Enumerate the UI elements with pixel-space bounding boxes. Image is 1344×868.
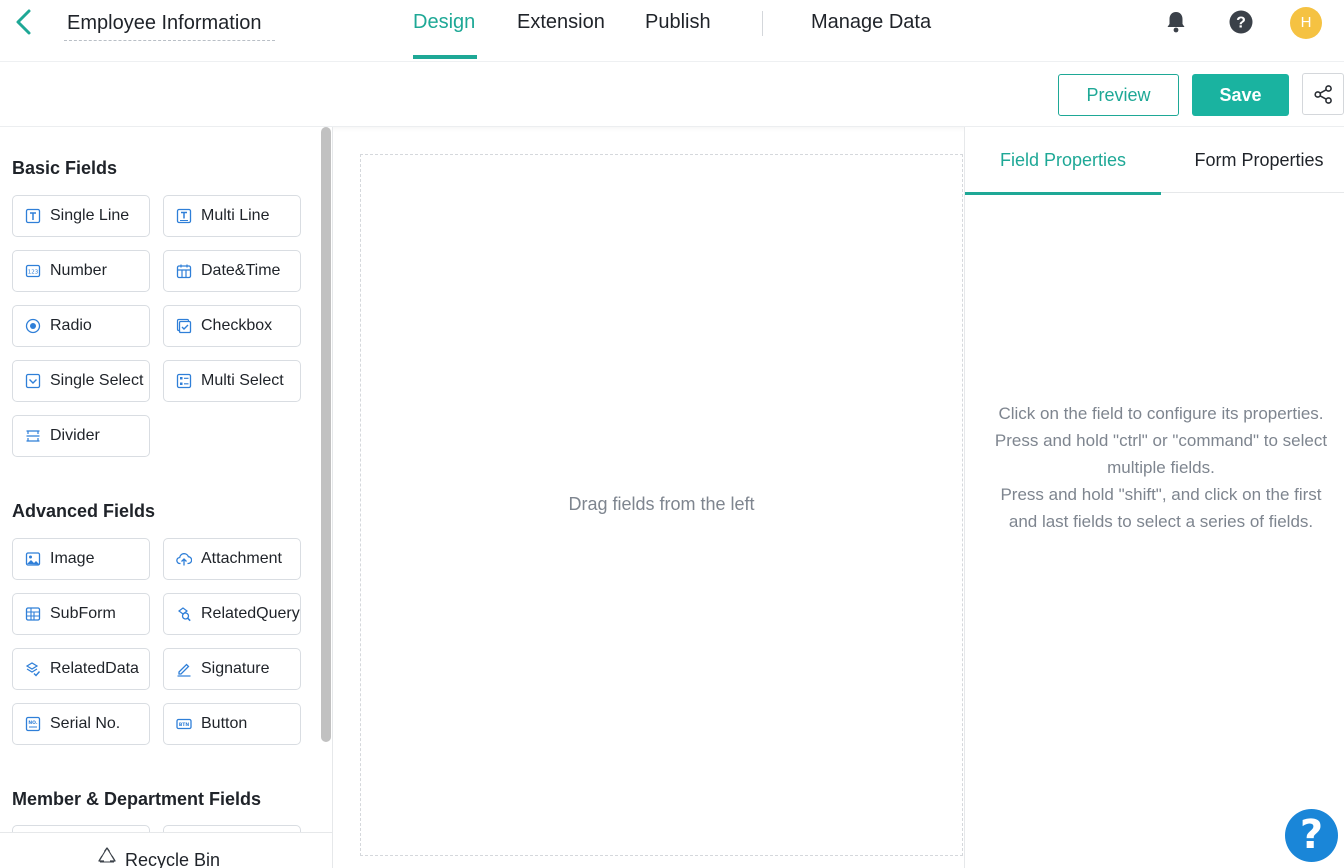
calendar-icon bbox=[176, 264, 192, 279]
preview-button[interactable]: Preview bbox=[1058, 74, 1179, 116]
upload-icon bbox=[176, 553, 192, 566]
divider-icon bbox=[26, 430, 40, 442]
section-title-advanced-fields: Advanced Fields bbox=[12, 501, 156, 521]
field-palette: Basic Fields Single Line Multi Line 123 … bbox=[0, 127, 333, 868]
tab-manage-data[interactable]: Manage Data bbox=[811, 0, 931, 62]
field-single-select[interactable]: Single Select bbox=[12, 360, 150, 402]
toolbar: Preview Save bbox=[0, 62, 1344, 127]
canvas-hint: Drag fields from the left bbox=[568, 494, 755, 514]
button-icon: BTN bbox=[176, 718, 192, 730]
field-single-line[interactable]: Single Line bbox=[12, 195, 150, 237]
field-divider[interactable]: Divider bbox=[12, 415, 150, 457]
tab-form-properties[interactable]: Form Properties bbox=[1161, 127, 1344, 193]
share-icon bbox=[1314, 85, 1332, 104]
hint-line: Press and hold "ctrl" or "command" to se… bbox=[994, 431, 1328, 450]
field-label: Attachment bbox=[201, 550, 282, 567]
tab-design[interactable]: Design bbox=[413, 0, 477, 62]
hint-line: Click on the field to configure its prop… bbox=[998, 404, 1324, 423]
field-related-data[interactable]: RelatedData bbox=[12, 648, 150, 690]
field-label: Image bbox=[50, 550, 95, 567]
multi-select-icon bbox=[176, 373, 192, 389]
avatar[interactable]: H bbox=[1290, 7, 1322, 39]
tab-extension[interactable]: Extension bbox=[517, 0, 605, 62]
field-multi-select[interactable]: Multi Select bbox=[163, 360, 301, 402]
recycle-icon bbox=[98, 847, 116, 863]
field-number[interactable]: 123 Number bbox=[12, 250, 150, 292]
properties-panel: Field Properties Form Properties Click o… bbox=[964, 127, 1344, 868]
pen-icon bbox=[177, 663, 191, 677]
checkbox-icon bbox=[176, 318, 192, 334]
field-member-partial[interactable] bbox=[12, 825, 150, 832]
recycle-bin-button[interactable]: Recycle Bin bbox=[0, 832, 332, 868]
tab-publish[interactable]: Publish bbox=[645, 0, 711, 62]
field-label: Multi Select bbox=[201, 372, 284, 389]
field-serial-no[interactable]: NO. Serial No. bbox=[12, 703, 150, 745]
top-header: Employee Information Design Extension Pu… bbox=[0, 0, 1344, 62]
field-attachment[interactable]: Attachment bbox=[163, 538, 301, 580]
section-title-basic-fields: Basic Fields bbox=[12, 158, 118, 178]
recycle-bin-label: Recycle Bin bbox=[125, 850, 221, 868]
svg-text:?: ? bbox=[1236, 15, 1246, 32]
single-line-icon bbox=[25, 208, 41, 224]
field-label: RelatedData bbox=[50, 660, 139, 677]
svg-text:BTN: BTN bbox=[179, 722, 189, 728]
field-signature[interactable]: Signature bbox=[163, 648, 301, 690]
field-label: Divider bbox=[50, 427, 100, 444]
properties-hint: Click on the field to configure its prop… bbox=[965, 400, 1344, 535]
single-select-icon bbox=[25, 373, 41, 389]
field-palette-scroll: Basic Fields Single Line Multi Line 123 … bbox=[0, 127, 320, 832]
field-label: RelatedQuery bbox=[201, 605, 300, 622]
field-related-query[interactable]: RelatedQuery bbox=[163, 593, 301, 635]
related-data-icon bbox=[25, 662, 41, 677]
subform-icon bbox=[25, 607, 41, 621]
bell-icon[interactable] bbox=[1164, 10, 1188, 34]
field-label: Multi Line bbox=[201, 207, 270, 224]
field-multi-line[interactable]: Multi Line bbox=[163, 195, 301, 237]
palette-scrollbar[interactable] bbox=[321, 127, 331, 742]
field-button[interactable]: BTN Button bbox=[163, 703, 301, 745]
tab-field-properties[interactable]: Field Properties bbox=[965, 127, 1161, 195]
related-query-icon bbox=[178, 607, 191, 622]
field-label: Signature bbox=[201, 660, 270, 677]
hint-line: and last fields to select a series of fi… bbox=[1008, 512, 1314, 531]
field-label: SubForm bbox=[50, 605, 116, 622]
field-subform[interactable]: SubForm bbox=[12, 593, 150, 635]
svg-text:NO.: NO. bbox=[28, 720, 37, 726]
field-radio[interactable]: Radio bbox=[12, 305, 150, 347]
svg-text:123: 123 bbox=[28, 270, 39, 276]
field-checkbox[interactable]: Checkbox bbox=[163, 305, 301, 347]
back-arrow-icon[interactable] bbox=[12, 8, 38, 38]
field-label: Button bbox=[201, 715, 248, 732]
serial-number-icon: NO. bbox=[25, 716, 41, 732]
image-icon bbox=[25, 552, 41, 566]
hint-line: multiple fields. bbox=[1107, 458, 1215, 477]
app-title[interactable]: Employee Information bbox=[64, 9, 275, 41]
field-date-time[interactable]: Date&Time bbox=[163, 250, 301, 292]
field-label: Number bbox=[50, 262, 107, 279]
properties-tabs: Field Properties Form Properties bbox=[965, 127, 1344, 195]
section-title-member-department-fields: Member & Department Fields bbox=[12, 789, 262, 809]
share-button[interactable] bbox=[1302, 73, 1344, 115]
field-label: Checkbox bbox=[201, 317, 273, 334]
field-label: Radio bbox=[50, 317, 92, 334]
save-button[interactable]: Save bbox=[1192, 74, 1289, 116]
field-label: Single Select bbox=[50, 372, 144, 389]
help-floating-button[interactable]: ? bbox=[1285, 809, 1338, 862]
radio-icon bbox=[25, 318, 41, 334]
field-label: Single Line bbox=[50, 207, 130, 224]
field-label: Date&Time bbox=[201, 262, 281, 279]
field-label: Serial No. bbox=[50, 715, 121, 732]
nav-divider bbox=[762, 11, 763, 36]
form-canvas-dropzone[interactable]: Drag fields from the left bbox=[360, 154, 963, 856]
help-icon[interactable]: ? bbox=[1229, 10, 1253, 34]
number-icon: 123 bbox=[25, 264, 41, 278]
field-department-partial[interactable] bbox=[163, 825, 301, 832]
hint-line: Press and hold "shift", and click on the… bbox=[1000, 485, 1322, 504]
multi-line-icon bbox=[176, 208, 192, 224]
field-image[interactable]: Image bbox=[12, 538, 150, 580]
